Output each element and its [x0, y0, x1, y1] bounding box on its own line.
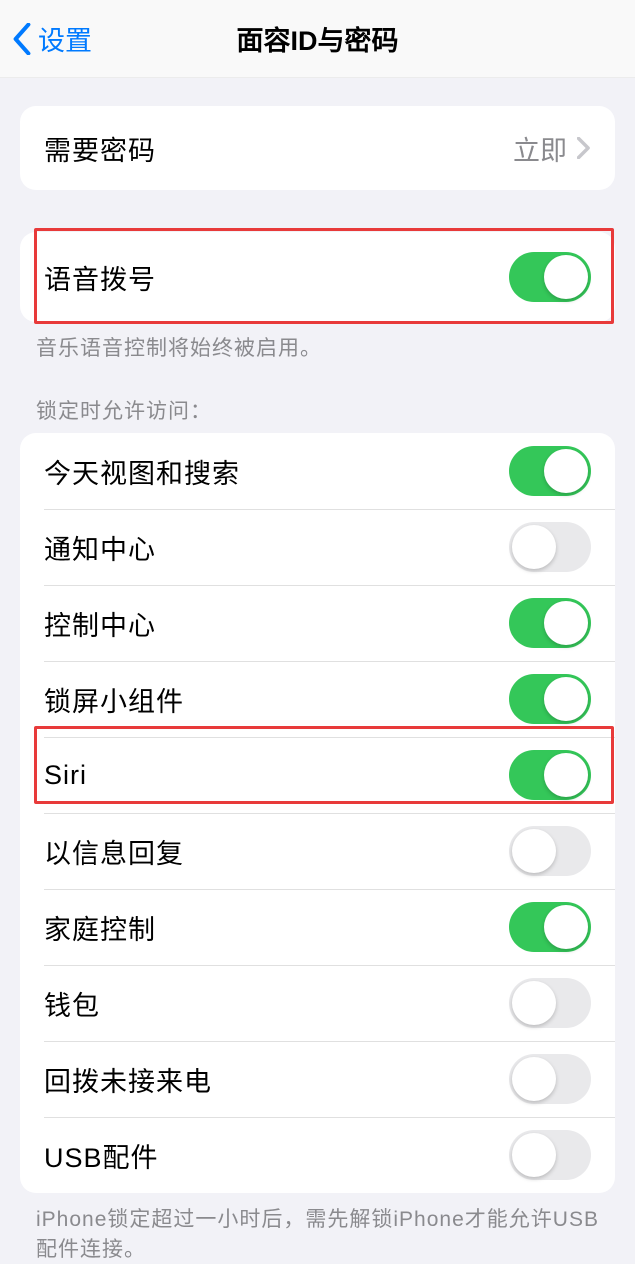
locked-access-item-toggle[interactable] [509, 446, 591, 496]
voice-dial-row: 语音拨号 [20, 232, 615, 322]
locked-access-item-toggle[interactable] [509, 522, 591, 572]
locked-access-item-label: 家庭控制 [44, 908, 156, 947]
locked-access-item-toggle[interactable] [509, 750, 591, 800]
locked-access-row: 控制中心 [20, 585, 615, 661]
locked-access-item-toggle[interactable] [509, 978, 591, 1028]
locked-access-row: 锁屏小组件 [20, 661, 615, 737]
locked-access-item-toggle[interactable] [509, 674, 591, 724]
locked-access-row: 通知中心 [20, 509, 615, 585]
locked-access-row: 回拨未接来电 [20, 1041, 615, 1117]
back-chevron-icon [12, 23, 32, 55]
locked-access-row: 今天视图和搜索 [20, 433, 615, 509]
locked-access-item-label: 锁屏小组件 [44, 680, 184, 719]
voice-dial-group: 语音拨号 [20, 232, 615, 322]
voice-dial-footer: 音乐语音控制将始终被启用。 [36, 334, 599, 363]
voice-dial-toggle[interactable] [509, 252, 591, 302]
chevron-right-icon [577, 137, 591, 159]
locked-access-item-toggle[interactable] [509, 1054, 591, 1104]
back-label: 设置 [38, 19, 92, 58]
voice-dial-label: 语音拨号 [44, 258, 156, 297]
locked-access-group: 今天视图和搜索通知中心控制中心锁屏小组件 Siri 以信息回复家庭控制钱包回拨未接来… [20, 433, 615, 1193]
back-button[interactable]: 设置 [0, 19, 92, 58]
locked-access-row: USB配件 [20, 1117, 615, 1193]
page-title: 面容ID与密码 [0, 19, 635, 58]
passcode-group: 需要密码 立即 [20, 106, 615, 190]
locked-access-footer: iPhone锁定超过一小时后，需先解锁iPhone才能允许USB配件连接。 [36, 1205, 599, 1264]
locked-access-row: 以信息回复 [20, 813, 615, 889]
locked-access-item-label: 通知中心 [44, 528, 156, 567]
navigation-bar: 设置 面容ID与密码 [0, 0, 635, 78]
locked-access-row: 钱包 [20, 965, 615, 1041]
require-passcode-value: 立即 [513, 129, 567, 168]
locked-access-item-toggle[interactable] [509, 598, 591, 648]
locked-access-item-label: 控制中心 [44, 604, 156, 643]
locked-access-row: 家庭控制 [20, 889, 615, 965]
locked-access-item-label: USB配件 [44, 1136, 159, 1175]
locked-access-item-label: 以信息回复 [44, 832, 184, 871]
require-passcode-label: 需要密码 [44, 129, 156, 168]
locked-access-item-label: 回拨未接来电 [44, 1060, 212, 1099]
locked-access-header: 锁定时允许访问： [36, 395, 599, 425]
locked-access-item-toggle[interactable] [509, 826, 591, 876]
locked-access-item-label: Siri [44, 760, 87, 791]
require-passcode-row[interactable]: 需要密码 立即 [20, 106, 615, 190]
locked-access-item-label: 今天视图和搜索 [44, 452, 240, 491]
locked-access-item-toggle[interactable] [509, 1130, 591, 1180]
locked-access-item-toggle[interactable] [509, 902, 591, 952]
locked-access-item-label: 钱包 [44, 984, 100, 1023]
locked-access-row: Siri [20, 737, 615, 813]
